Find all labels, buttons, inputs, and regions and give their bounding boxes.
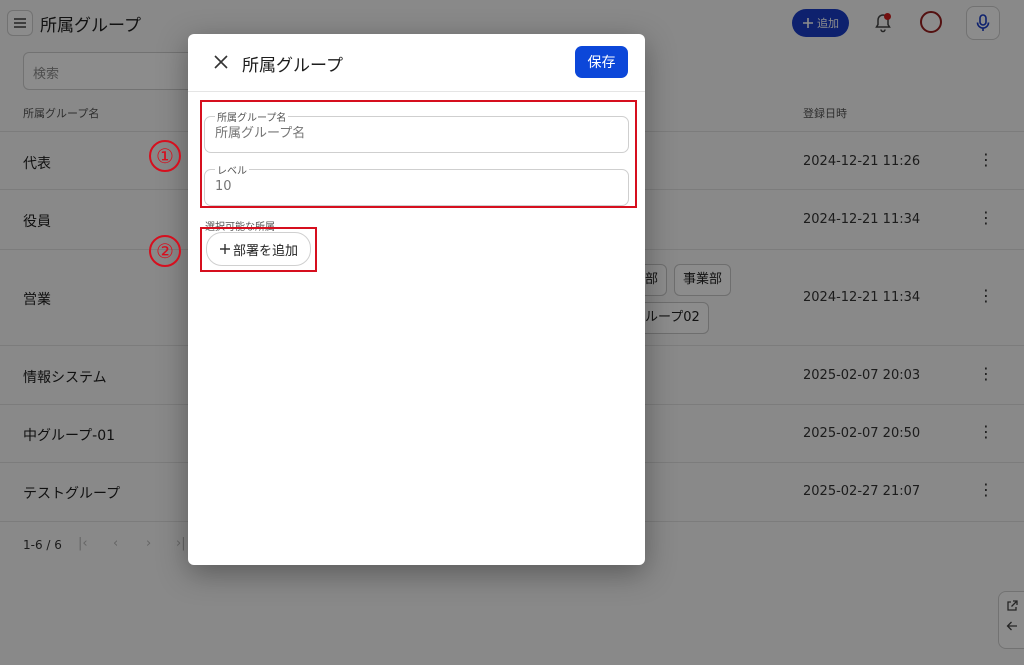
- annotation-number-1: ①: [149, 140, 181, 172]
- modal-title: 所属グループ: [242, 56, 343, 76]
- save-button[interactable]: 保存: [575, 46, 628, 78]
- annotation-box-2: [200, 227, 317, 272]
- annotation-box-1: [200, 100, 637, 208]
- modal-header: 所属グループ 保存: [188, 34, 645, 92]
- close-icon[interactable]: [212, 53, 230, 71]
- annotation-number-2: ②: [149, 235, 181, 267]
